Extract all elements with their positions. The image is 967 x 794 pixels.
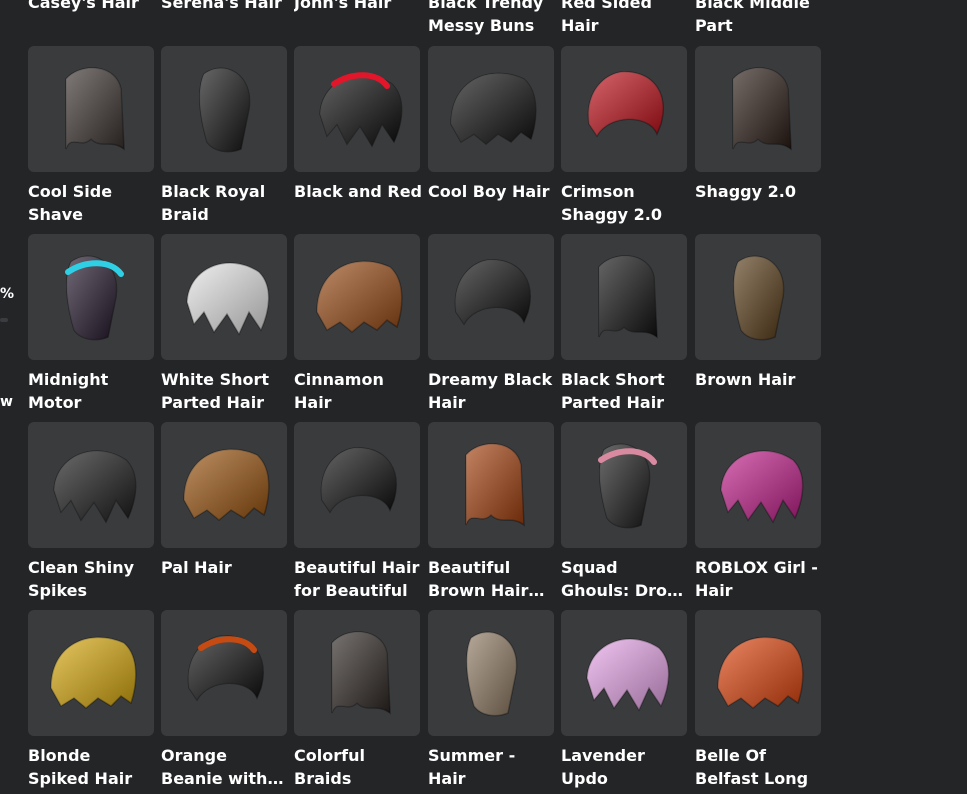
catalog-item-card[interactable]: Squad Ghouls: Drop Dead — [561, 422, 687, 602]
cropped-slider-track[interactable] — [0, 318, 8, 322]
item-name[interactable]: Black Royal Braid — [161, 180, 289, 226]
catalog-item-card[interactable]: Orange Beanie with Black — [161, 610, 287, 790]
item-name[interactable]: Cinnamon Hair — [294, 368, 422, 414]
catalog-item-card[interactable]: Blonde Spiked Hair — [28, 610, 154, 790]
hair-thumbnail-icon[interactable] — [28, 234, 154, 360]
catalog-item-card[interactable]: Crimson Shaggy 2.0 — [561, 46, 687, 226]
item-name[interactable]: Black Short Parted Hair — [561, 368, 689, 414]
catalog-item-card[interactable]: Black Middle Part — [695, 0, 821, 37]
item-name[interactable]: White Short Parted Hair — [161, 368, 289, 414]
item-name[interactable]: Brown Hair — [695, 368, 823, 414]
catalog-item-card[interactable]: Belle Of Belfast Long — [695, 610, 821, 790]
item-name[interactable]: Dreamy Black Hair — [428, 368, 556, 414]
item-name[interactable]: Orange Beanie with Black — [161, 744, 289, 790]
hair-thumbnail-icon[interactable] — [695, 422, 821, 548]
catalog-item-card[interactable]: Dreamy Black Hair — [428, 234, 554, 414]
catalog-item-card[interactable]: Black and Red — [294, 46, 422, 226]
hair-thumbnail-icon[interactable] — [294, 46, 420, 172]
catalog-item-card[interactable]: Beautiful Brown Hair for — [428, 422, 554, 602]
catalog-item-card[interactable]: Brown Hair — [695, 234, 821, 414]
catalog-item-card[interactable]: Midnight Motor — [28, 234, 154, 414]
catalog-item-card[interactable]: Summer - Hair — [428, 610, 554, 790]
item-name[interactable]: Red Sided Hair — [561, 0, 689, 37]
cropped-text-fragment: w — [0, 394, 13, 410]
catalog-item-card[interactable]: Cool Boy Hair — [428, 46, 554, 226]
item-name[interactable]: Beautiful Hair for Beautiful — [294, 556, 422, 602]
catalog-item-card[interactable]: Red Sided Hair — [561, 0, 687, 37]
hair-thumbnail-icon[interactable] — [695, 610, 821, 736]
catalog-item-card[interactable]: Lavender Updo — [561, 610, 687, 790]
item-name[interactable]: Summer - Hair — [428, 744, 556, 790]
hair-thumbnail-icon[interactable] — [161, 610, 287, 736]
hair-thumbnail-icon[interactable] — [428, 46, 554, 172]
item-name[interactable]: Crimson Shaggy 2.0 — [561, 180, 689, 226]
hair-thumbnail-icon[interactable] — [428, 422, 554, 548]
catalog-item-card[interactable]: Black Royal Braid — [161, 46, 287, 226]
hair-thumbnail-icon[interactable] — [294, 610, 420, 736]
catalog-item-card[interactable]: Beautiful Hair for Beautiful — [294, 422, 420, 602]
catalog-item-card[interactable]: Pal Hair — [161, 422, 287, 602]
item-name[interactable]: Shaggy 2.0 — [695, 180, 823, 226]
item-name[interactable]: Lavender Updo — [561, 744, 689, 790]
catalog-item-card[interactable]: Casey's Hair — [28, 0, 154, 37]
hair-thumbnail-icon[interactable] — [161, 234, 287, 360]
catalog-item-card[interactable]: Cool Side Shave — [28, 46, 154, 226]
hair-thumbnail-icon[interactable] — [561, 234, 687, 360]
hair-thumbnail-icon[interactable] — [561, 610, 687, 736]
catalog-item-card[interactable]: John's Hair — [294, 0, 420, 37]
hair-thumbnail-icon[interactable] — [294, 422, 420, 548]
item-name[interactable]: Cool Side Shave — [28, 180, 156, 226]
catalog-item-card[interactable]: Black Trendy Messy Buns — [428, 0, 554, 37]
hair-thumbnail-icon[interactable] — [695, 46, 821, 172]
item-name[interactable]: Pal Hair — [161, 556, 289, 602]
item-name[interactable]: Black Trendy Messy Buns — [428, 0, 556, 37]
item-name[interactable]: Midnight Motor — [28, 368, 156, 414]
item-name[interactable]: Beautiful Brown Hair for — [428, 556, 556, 602]
catalog-item-card[interactable]: Shaggy 2.0 — [695, 46, 821, 226]
item-name[interactable]: Belle Of Belfast Long — [695, 744, 823, 790]
catalog-item-card[interactable]: Cinnamon Hair — [294, 234, 420, 414]
catalog-item-card[interactable]: Clean Shiny Spikes — [28, 422, 154, 602]
catalog-item-card[interactable]: Black Short Parted Hair — [561, 234, 687, 414]
item-name[interactable]: Black and Red — [294, 180, 422, 226]
catalog-item-card[interactable]: Serena's Hair — [161, 0, 287, 37]
item-name[interactable]: Black Middle Part — [695, 0, 823, 37]
hair-thumbnail-icon[interactable] — [561, 422, 687, 548]
item-name[interactable]: Blonde Spiked Hair — [28, 744, 156, 790]
hair-thumbnail-icon[interactable] — [428, 234, 554, 360]
hair-thumbnail-icon[interactable] — [161, 422, 287, 548]
item-name[interactable]: Cool Boy Hair — [428, 180, 556, 226]
hair-thumbnail-icon[interactable] — [294, 234, 420, 360]
item-name[interactable]: John's Hair — [294, 0, 422, 37]
catalog-item-card[interactable]: Colorful Braids — [294, 610, 420, 790]
catalog-item-card[interactable]: White Short Parted Hair — [161, 234, 287, 414]
hair-thumbnail-icon[interactable] — [28, 610, 154, 736]
catalog-item-card[interactable]: ROBLOX Girl - Hair — [695, 422, 821, 602]
item-name[interactable]: Casey's Hair — [28, 0, 156, 37]
item-name[interactable]: Colorful Braids — [294, 744, 422, 790]
hair-thumbnail-icon[interactable] — [161, 46, 287, 172]
hair-thumbnail-icon[interactable] — [428, 610, 554, 736]
item-name[interactable]: Clean Shiny Spikes — [28, 556, 156, 602]
item-name[interactable]: Serena's Hair — [161, 0, 289, 37]
hair-thumbnail-icon[interactable] — [28, 46, 154, 172]
hair-thumbnail-icon[interactable] — [561, 46, 687, 172]
item-name[interactable]: Squad Ghouls: Drop Dead — [561, 556, 689, 602]
cropped-percent-text: % — [0, 286, 15, 302]
item-name[interactable]: ROBLOX Girl - Hair — [695, 556, 823, 602]
hair-thumbnail-icon[interactable] — [28, 422, 154, 548]
hair-thumbnail-icon[interactable] — [695, 234, 821, 360]
